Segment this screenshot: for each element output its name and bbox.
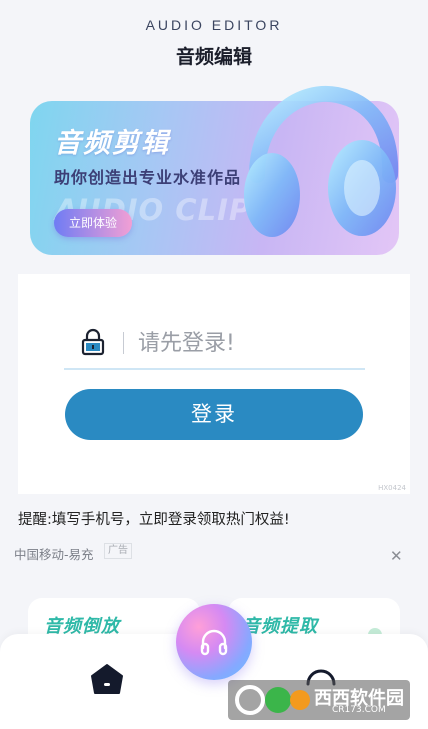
ad-carrier-text[interactable]: 中国移动-易充 [14, 544, 94, 563]
close-icon[interactable]: ✕ [390, 547, 403, 565]
try-now-button[interactable]: 立即体验 [54, 209, 132, 237]
input-divider [123, 332, 124, 354]
lock-icon [81, 328, 105, 356]
banner-title: 音频剪辑 [54, 128, 170, 159]
reminder-text: 提醒:填写手机号，立即登录领取热门权益! [18, 512, 290, 528]
watermark-logo-icon [235, 685, 310, 715]
ad-tag: HX0424 [378, 484, 406, 492]
app-subtitle: AUDIO EDITOR [145, 17, 283, 33]
ad-label: 广告 [104, 543, 132, 559]
headphones-icon [200, 629, 228, 656]
login-card: 登录 HX0424 [18, 274, 410, 494]
watermark-url: CR173.COM [332, 705, 386, 715]
input-underline [64, 368, 365, 370]
headphones-icon [244, 85, 399, 237]
center-action-button[interactable] [176, 604, 252, 680]
login-button[interactable]: 登录 [65, 389, 363, 440]
page-title: 音频编辑 [175, 46, 252, 68]
banner-subtitle: 助你创造出专业水准作品 [54, 168, 242, 187]
login-input[interactable] [136, 322, 370, 364]
home-icon[interactable] [90, 663, 124, 695]
watermark: 西西软件园 CR173.COM [228, 680, 410, 720]
